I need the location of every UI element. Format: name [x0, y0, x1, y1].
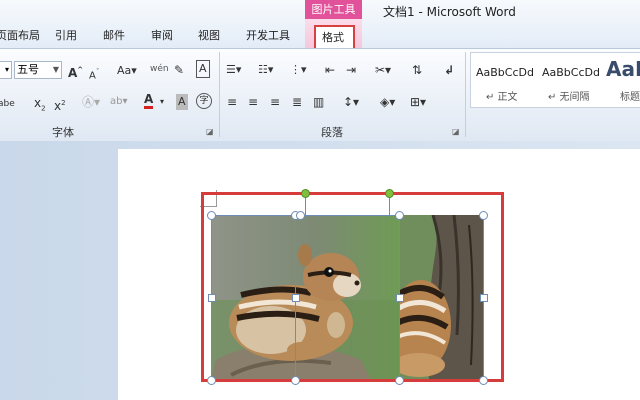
grow-font-button[interactable]: A^	[68, 62, 83, 81]
chinese-layout-icon[interactable]: ✂▾	[375, 62, 391, 78]
align-left-icon[interactable]: ≡	[227, 94, 237, 110]
chevron-down-icon: ▼	[52, 65, 59, 74]
text-effects-icon[interactable]: Ⓐ▾	[82, 94, 100, 110]
resize-handle-corner[interactable]	[296, 211, 305, 220]
bullets-icon[interactable]: ☰▾	[226, 62, 241, 78]
clear-format-icon[interactable]: ✎	[174, 62, 184, 78]
resize-handle-corner[interactable]	[395, 211, 404, 220]
multilevel-list-icon[interactable]: ⋮▾	[290, 62, 307, 78]
window-title: 文档1 - Microsoft Word	[383, 5, 516, 19]
tab-references[interactable]: 引用	[55, 27, 77, 43]
rotation-handle[interactable]	[301, 189, 310, 198]
resize-handle-corner[interactable]	[395, 376, 404, 385]
tab-format[interactable]: 格式	[322, 29, 344, 45]
resize-handle-corner[interactable]	[479, 376, 488, 385]
style-no-spacing-name: ↵ 无间隔	[548, 92, 590, 103]
tab-view[interactable]: 视图	[198, 27, 220, 43]
highlight-color-icon[interactable]: ab▾	[110, 94, 128, 110]
paragraph-group-label: 段落	[321, 126, 343, 139]
tab-page-layout[interactable]: 页面布局	[0, 27, 40, 43]
resize-handle-side[interactable]	[292, 294, 300, 302]
shrink-font-button[interactable]: Aˇ	[89, 64, 99, 84]
resize-handle-corner[interactable]	[291, 376, 300, 385]
resize-handle-corner[interactable]	[207, 211, 216, 220]
char-border-button[interactable]: A	[196, 60, 210, 78]
image-group-highlight	[201, 192, 504, 382]
font-group-label: 字体	[52, 126, 74, 139]
font-color-button[interactable]: A	[144, 92, 154, 109]
tab-review[interactable]: 审阅	[151, 27, 173, 43]
dialog-launcher-icon[interactable]: ◪	[206, 127, 214, 136]
dialog-launcher-icon[interactable]: ◪	[452, 127, 460, 136]
sort-icon[interactable]: ⇅	[412, 62, 422, 78]
distribute-icon[interactable]: ▥	[313, 94, 324, 110]
increase-indent-icon[interactable]: ⇥	[346, 62, 356, 78]
resize-handle-corner[interactable]	[479, 211, 488, 220]
borders-icon[interactable]: ⊞▾	[410, 94, 426, 110]
rotation-handle[interactable]	[385, 189, 394, 198]
justify-icon[interactable]: ≣	[292, 94, 302, 110]
picture-tools-label: 图片工具	[305, 0, 362, 19]
align-center-icon[interactable]: ≡	[248, 94, 258, 110]
phonetic-guide-button[interactable]: wén	[150, 61, 169, 77]
resize-handle-corner[interactable]	[207, 376, 216, 385]
superscript-button[interactable]: x2	[54, 95, 66, 114]
style-normal-name: ↵ 正文	[486, 92, 518, 103]
tab-mailings[interactable]: 邮件	[103, 27, 125, 43]
font-name-dropdown[interactable]: ▾	[0, 61, 12, 79]
show-marks-icon[interactable]: ↲	[444, 62, 454, 78]
line-spacing-icon[interactable]: ↕▾	[343, 94, 359, 110]
resize-handle-side[interactable]	[208, 294, 216, 302]
numbering-icon[interactable]: ☷▾	[258, 62, 273, 78]
style-heading-preview[interactable]: AaB	[606, 57, 640, 81]
rotation-stem	[305, 196, 306, 215]
align-right-icon[interactable]: ≡	[270, 94, 280, 110]
shading-icon[interactable]: ◈▾	[380, 94, 395, 110]
decrease-indent-icon[interactable]: ⇤	[325, 62, 335, 78]
change-case-button[interactable]: Aa▾	[117, 63, 137, 79]
style-normal-preview[interactable]: AaBbCcDd	[476, 66, 534, 79]
tab-developer[interactable]: 开发工具	[246, 27, 290, 43]
resize-handle-side[interactable]	[396, 294, 404, 302]
style-no-spacing-preview[interactable]: AaBbCcDd	[542, 66, 600, 79]
style-heading-name: 标题	[620, 92, 640, 103]
subscript-button[interactable]: x2	[34, 95, 46, 116]
char-shading-button[interactable]: A	[176, 94, 188, 110]
chevron-down-icon[interactable]: ▾	[160, 94, 164, 110]
group-separator	[219, 52, 220, 137]
group-separator	[465, 52, 466, 137]
strikethrough-button[interactable]: abe	[0, 96, 15, 112]
font-size-value: 五号	[17, 63, 39, 76]
font-size-dropdown[interactable]: 五号 ▼	[14, 61, 62, 79]
enclose-characters-button[interactable]: 字	[196, 93, 212, 109]
resize-handle-side[interactable]	[480, 294, 488, 302]
rotation-stem	[389, 196, 390, 215]
